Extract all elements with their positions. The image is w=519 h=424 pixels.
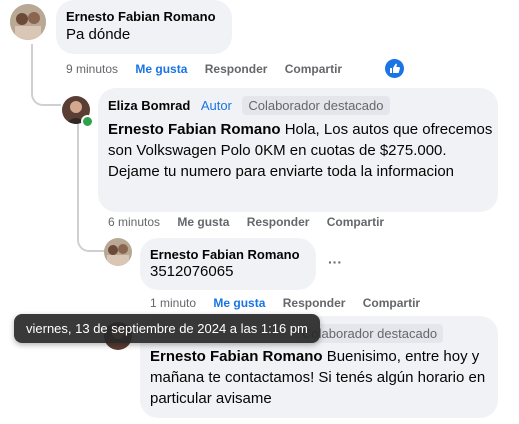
like-button[interactable]: Me gusta [135, 62, 187, 76]
mention-link[interactable]: Ernesto Fabian Romano [150, 348, 323, 365]
thread-line-3 [77, 214, 107, 252]
comment-text: Ernesto Fabian Romano Hola, Los autos qu… [108, 119, 493, 182]
comment-time[interactable]: 1 minuto [150, 296, 196, 310]
comment-author[interactable]: Ernesto Fabian Romano [150, 247, 300, 262]
avatar-ernesto[interactable] [104, 238, 132, 266]
comment-actions-2: 6 minutos Me gusta Responder Compartir [108, 215, 384, 229]
comment-bubble-2: Eliza Bomrad Autor Colaborador destacado… [98, 88, 498, 212]
comment-header: Eliza Bomrad Autor Colaborador destacado [108, 96, 390, 115]
comment-actions-1: 9 minutos Me gusta Responder Compartir [66, 62, 342, 76]
share-button[interactable]: Compartir [363, 296, 420, 310]
reply-button[interactable]: Responder [205, 62, 268, 76]
comment-bubble-1: Ernesto Fabian Romano Pa dónde [56, 0, 232, 54]
comment-bubble-3: Ernesto Fabian Romano 3512076065 [140, 238, 316, 290]
avatar-photo-icon [104, 238, 132, 266]
comment-author[interactable]: Eliza Bomrad [108, 98, 190, 113]
comment-time[interactable]: 9 minutos [66, 62, 118, 76]
like-button[interactable]: Me gusta [213, 296, 265, 310]
comment-author[interactable]: Ernesto Fabian Romano [66, 9, 216, 24]
reply-button[interactable]: Responder [247, 215, 310, 229]
avatar-photo-icon [10, 4, 46, 40]
more-options-button[interactable]: ··· [328, 254, 342, 270]
share-button[interactable]: Compartir [327, 215, 384, 229]
comment-text: Ernesto Fabian Romano Buenisimo, entre h… [150, 346, 490, 409]
reply-button[interactable]: Responder [283, 296, 346, 310]
like-button[interactable]: Me gusta [177, 215, 229, 229]
timestamp-tooltip: viernes, 13 de septiembre de 2024 a las … [14, 314, 320, 343]
author-role-label: Autor [200, 98, 232, 113]
comment-text: Pa dónde [66, 26, 131, 43]
online-status-dot [81, 115, 94, 128]
comment-text: 3512076065 [150, 263, 234, 280]
thread-line-1 [31, 44, 61, 106]
mention-link[interactable]: Ernesto Fabian Romano [108, 121, 281, 138]
comment-actions-3: 1 minuto Me gusta Responder Compartir [150, 296, 420, 310]
share-button[interactable]: Compartir [285, 62, 342, 76]
status-badge: Colaborador destacado [242, 96, 390, 115]
like-reaction-icon[interactable] [385, 59, 404, 78]
comment-time[interactable]: 6 minutos [108, 215, 160, 229]
avatar-ernesto[interactable] [10, 4, 46, 40]
